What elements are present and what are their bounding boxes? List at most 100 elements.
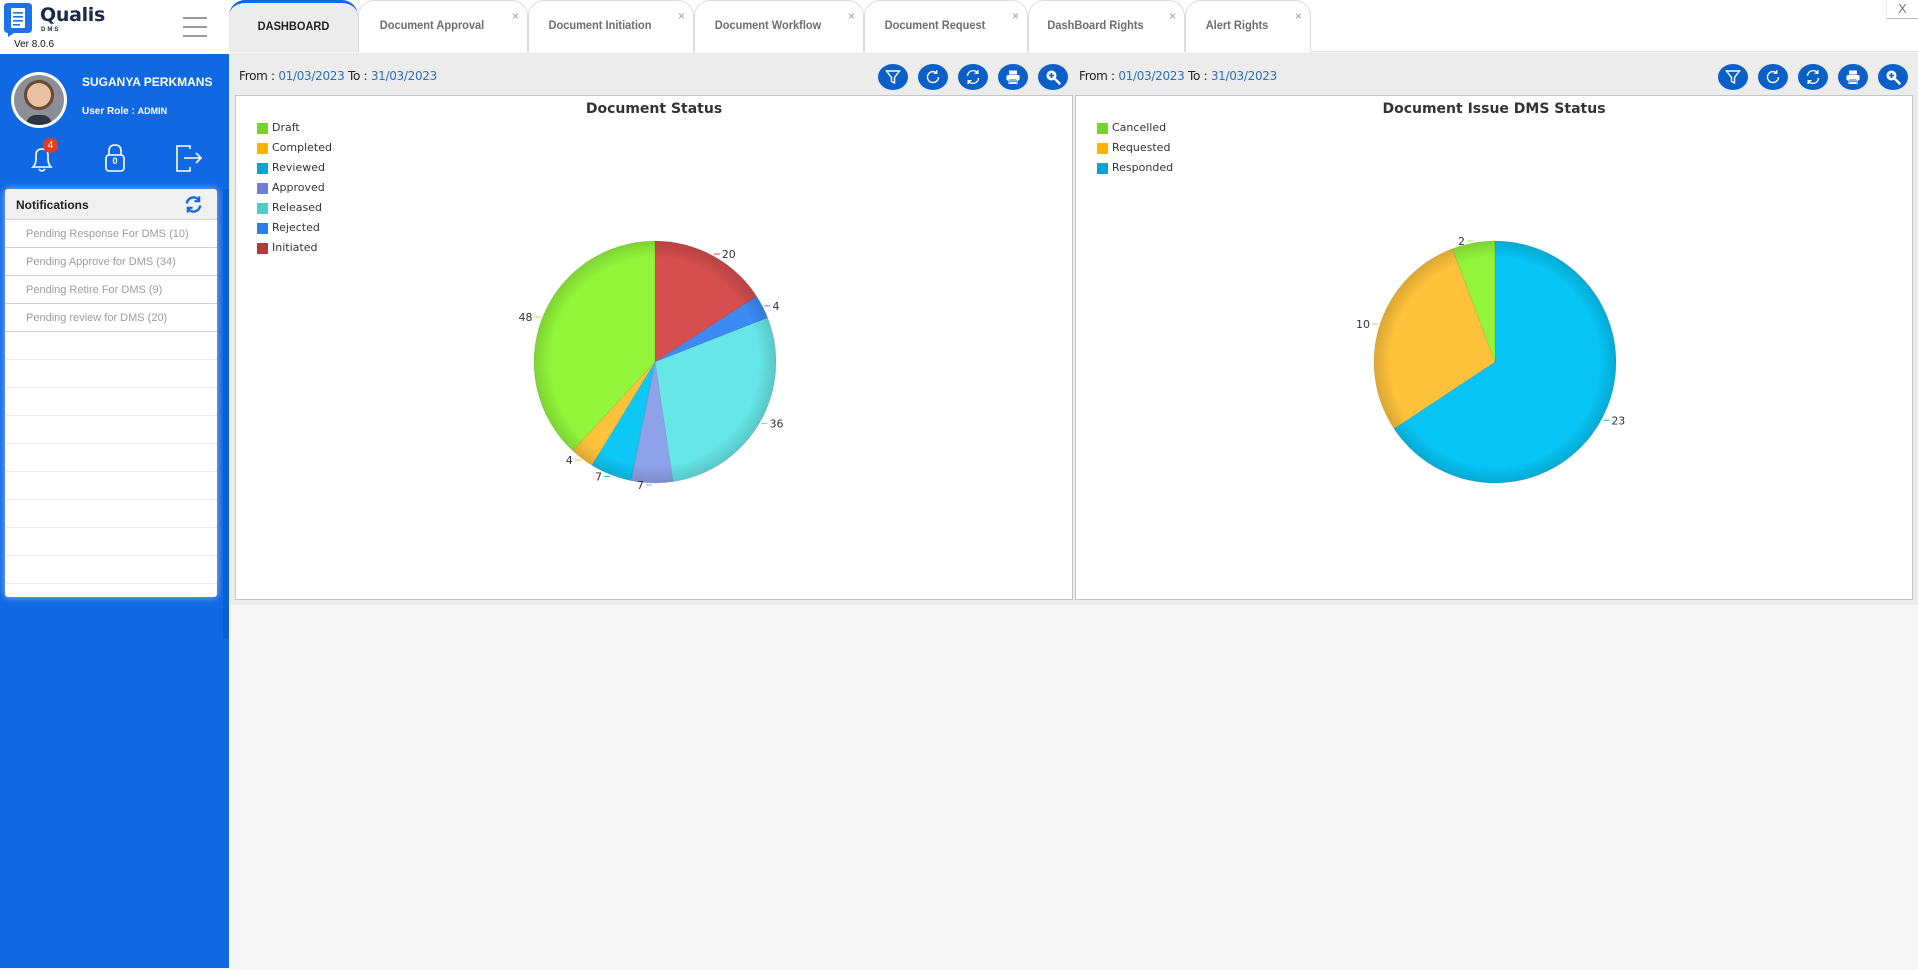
notification-empty-row [5, 388, 217, 416]
date-range: From : 01/03/2023 To : 31/03/2023 [239, 69, 437, 83]
lock-count: 0 [112, 156, 118, 166]
reload-icon [1766, 70, 1780, 84]
tab-bar: DASHBOARD Document Approval × Document I… [229, 0, 1918, 52]
avatar[interactable] [11, 72, 67, 128]
to-label: To : [344, 69, 371, 83]
notification-empty-row [5, 556, 217, 584]
reload-button[interactable] [1758, 64, 1788, 90]
tab-document-approval[interactable]: Document Approval × [358, 0, 528, 52]
reload-button[interactable] [918, 64, 948, 90]
pie-data-label: 23 [1611, 414, 1625, 427]
document-status-chart-panel: Document Status Draft Completed Reviewed… [235, 95, 1073, 600]
filter-icon [1725, 70, 1741, 85]
tab-close-icon[interactable]: × [1169, 9, 1176, 23]
reload-icon [926, 70, 940, 84]
avatar-photo [14, 75, 64, 125]
notification-empty-row [5, 360, 217, 388]
notification-empty-row [5, 472, 217, 500]
hamburger-line [183, 17, 207, 19]
tab-document-workflow[interactable]: Document Workflow × [694, 0, 864, 52]
notification-empty-row [5, 500, 217, 528]
filter-button[interactable] [878, 64, 908, 90]
app-root: Qualis DMS Ver 8.0.6 SUGANYA PERKMANS Us… [0, 0, 1918, 970]
sync-icon [1806, 69, 1820, 85]
logout-icon [176, 145, 203, 172]
filter-button[interactable] [1718, 64, 1748, 90]
notification-item[interactable]: Pending review for DMS (20) [5, 304, 217, 332]
pie-data-label: 10 [1356, 318, 1370, 331]
tab-close-icon[interactable]: × [1012, 9, 1019, 23]
filter-bar-document-status: From : 01/03/2023 To : 31/03/2023 [239, 62, 1071, 92]
to-label: To : [1184, 69, 1211, 83]
to-date[interactable]: 31/03/2023 [371, 69, 437, 83]
tab-alert-rights[interactable]: Alert Rights × [1185, 0, 1311, 52]
from-label: From : [1079, 69, 1119, 83]
pie-data-label: 2 [1458, 235, 1465, 248]
notification-empty-row [5, 416, 217, 444]
zoom-in-icon [1886, 70, 1901, 85]
notifications-header: Notifications [5, 189, 217, 220]
notifications-panel: Notifications Pending Response For DMS (… [5, 189, 217, 597]
tab-label: Document Initiation [548, 18, 652, 32]
notifications-badge: 4 [43, 138, 58, 153]
user-name: SUGANYA PERKMANS [82, 75, 213, 89]
pie-data-label: 20 [722, 248, 736, 261]
tab-label: DASHBOARD [257, 19, 330, 33]
zoom-button[interactable] [1878, 64, 1908, 90]
tab-document-initiation[interactable]: Document Initiation × [528, 0, 694, 52]
pie-data-label: 48 [519, 311, 533, 324]
print-button[interactable] [1838, 64, 1868, 90]
app-name: Qualis [40, 4, 106, 26]
logout-button[interactable] [170, 140, 206, 176]
document-issue-chart-panel: Document Issue DMS Status Cancelled Requ… [1075, 95, 1913, 600]
from-date[interactable]: 01/03/2023 [278, 69, 344, 83]
notifications-button[interactable]: 4 [24, 138, 60, 176]
sidebar: Qualis DMS Ver 8.0.6 SUGANYA PERKMANS Us… [0, 0, 229, 968]
tab-label: Document Approval [379, 18, 485, 32]
user-role: User Role : ADMIN [82, 106, 167, 117]
menu-toggle-button[interactable] [183, 17, 207, 37]
sync-button[interactable] [958, 64, 988, 90]
date-range: From : 01/03/2023 To : 31/03/2023 [1079, 69, 1277, 83]
tab-close-icon[interactable]: × [678, 9, 685, 23]
refresh-notifications-icon[interactable] [184, 195, 203, 214]
tab-close-icon[interactable]: × [1295, 9, 1302, 23]
tab-label: Alert Rights [1205, 18, 1269, 32]
tab-close-icon[interactable]: × [848, 9, 855, 23]
document-status-pie: 20 4 36 7 7 4 48 [519, 240, 784, 492]
pie-data-label: 7 [637, 479, 644, 492]
pie-data-label: 4 [566, 454, 573, 467]
notification-empty-row [5, 332, 217, 360]
tab-dashboard-rights[interactable]: DashBoard Rights × [1028, 0, 1185, 52]
lock-button[interactable]: 0 [97, 140, 133, 176]
sync-icon [966, 69, 980, 85]
document-issue-pie: 23 10 2 [1356, 235, 1625, 484]
filter-bar-document-issue: From : 01/03/2023 To : 31/03/2023 [1079, 62, 1912, 92]
notification-item[interactable]: Pending Approve for DMS (34) [5, 248, 217, 276]
to-date[interactable]: 31/03/2023 [1211, 69, 1277, 83]
hamburger-line [183, 35, 207, 37]
notification-empty-row [5, 528, 217, 556]
tab-close-icon[interactable]: × [512, 9, 519, 23]
print-button[interactable] [998, 64, 1028, 90]
sync-button[interactable] [1798, 64, 1828, 90]
tab-document-request[interactable]: Document Request × [864, 0, 1028, 52]
sidebar-header: Qualis DMS Ver 8.0.6 [0, 0, 229, 54]
tab-label: Document Workflow [714, 18, 822, 32]
from-label: From : [239, 69, 279, 83]
tab-dashboard[interactable]: DASHBOARD [229, 0, 358, 52]
notification-item[interactable]: Pending Retire For DMS (9) [5, 276, 217, 304]
notification-item[interactable]: Pending Response For DMS (10) [5, 220, 217, 248]
print-icon [1006, 70, 1020, 84]
pie-data-label: 4 [772, 300, 779, 313]
zoom-in-icon [1046, 70, 1061, 85]
app-version: Ver 8.0.6 [14, 39, 55, 50]
logo-icon [4, 3, 32, 37]
from-date[interactable]: 01/03/2023 [1118, 69, 1184, 83]
notification-empty-row [5, 444, 217, 472]
zoom-button[interactable] [1038, 64, 1068, 90]
window-close-button[interactable]: X [1886, 0, 1918, 19]
user-role-label: User Role : [82, 106, 138, 117]
tab-label: Document Request [884, 18, 986, 32]
print-icon [1846, 70, 1860, 84]
